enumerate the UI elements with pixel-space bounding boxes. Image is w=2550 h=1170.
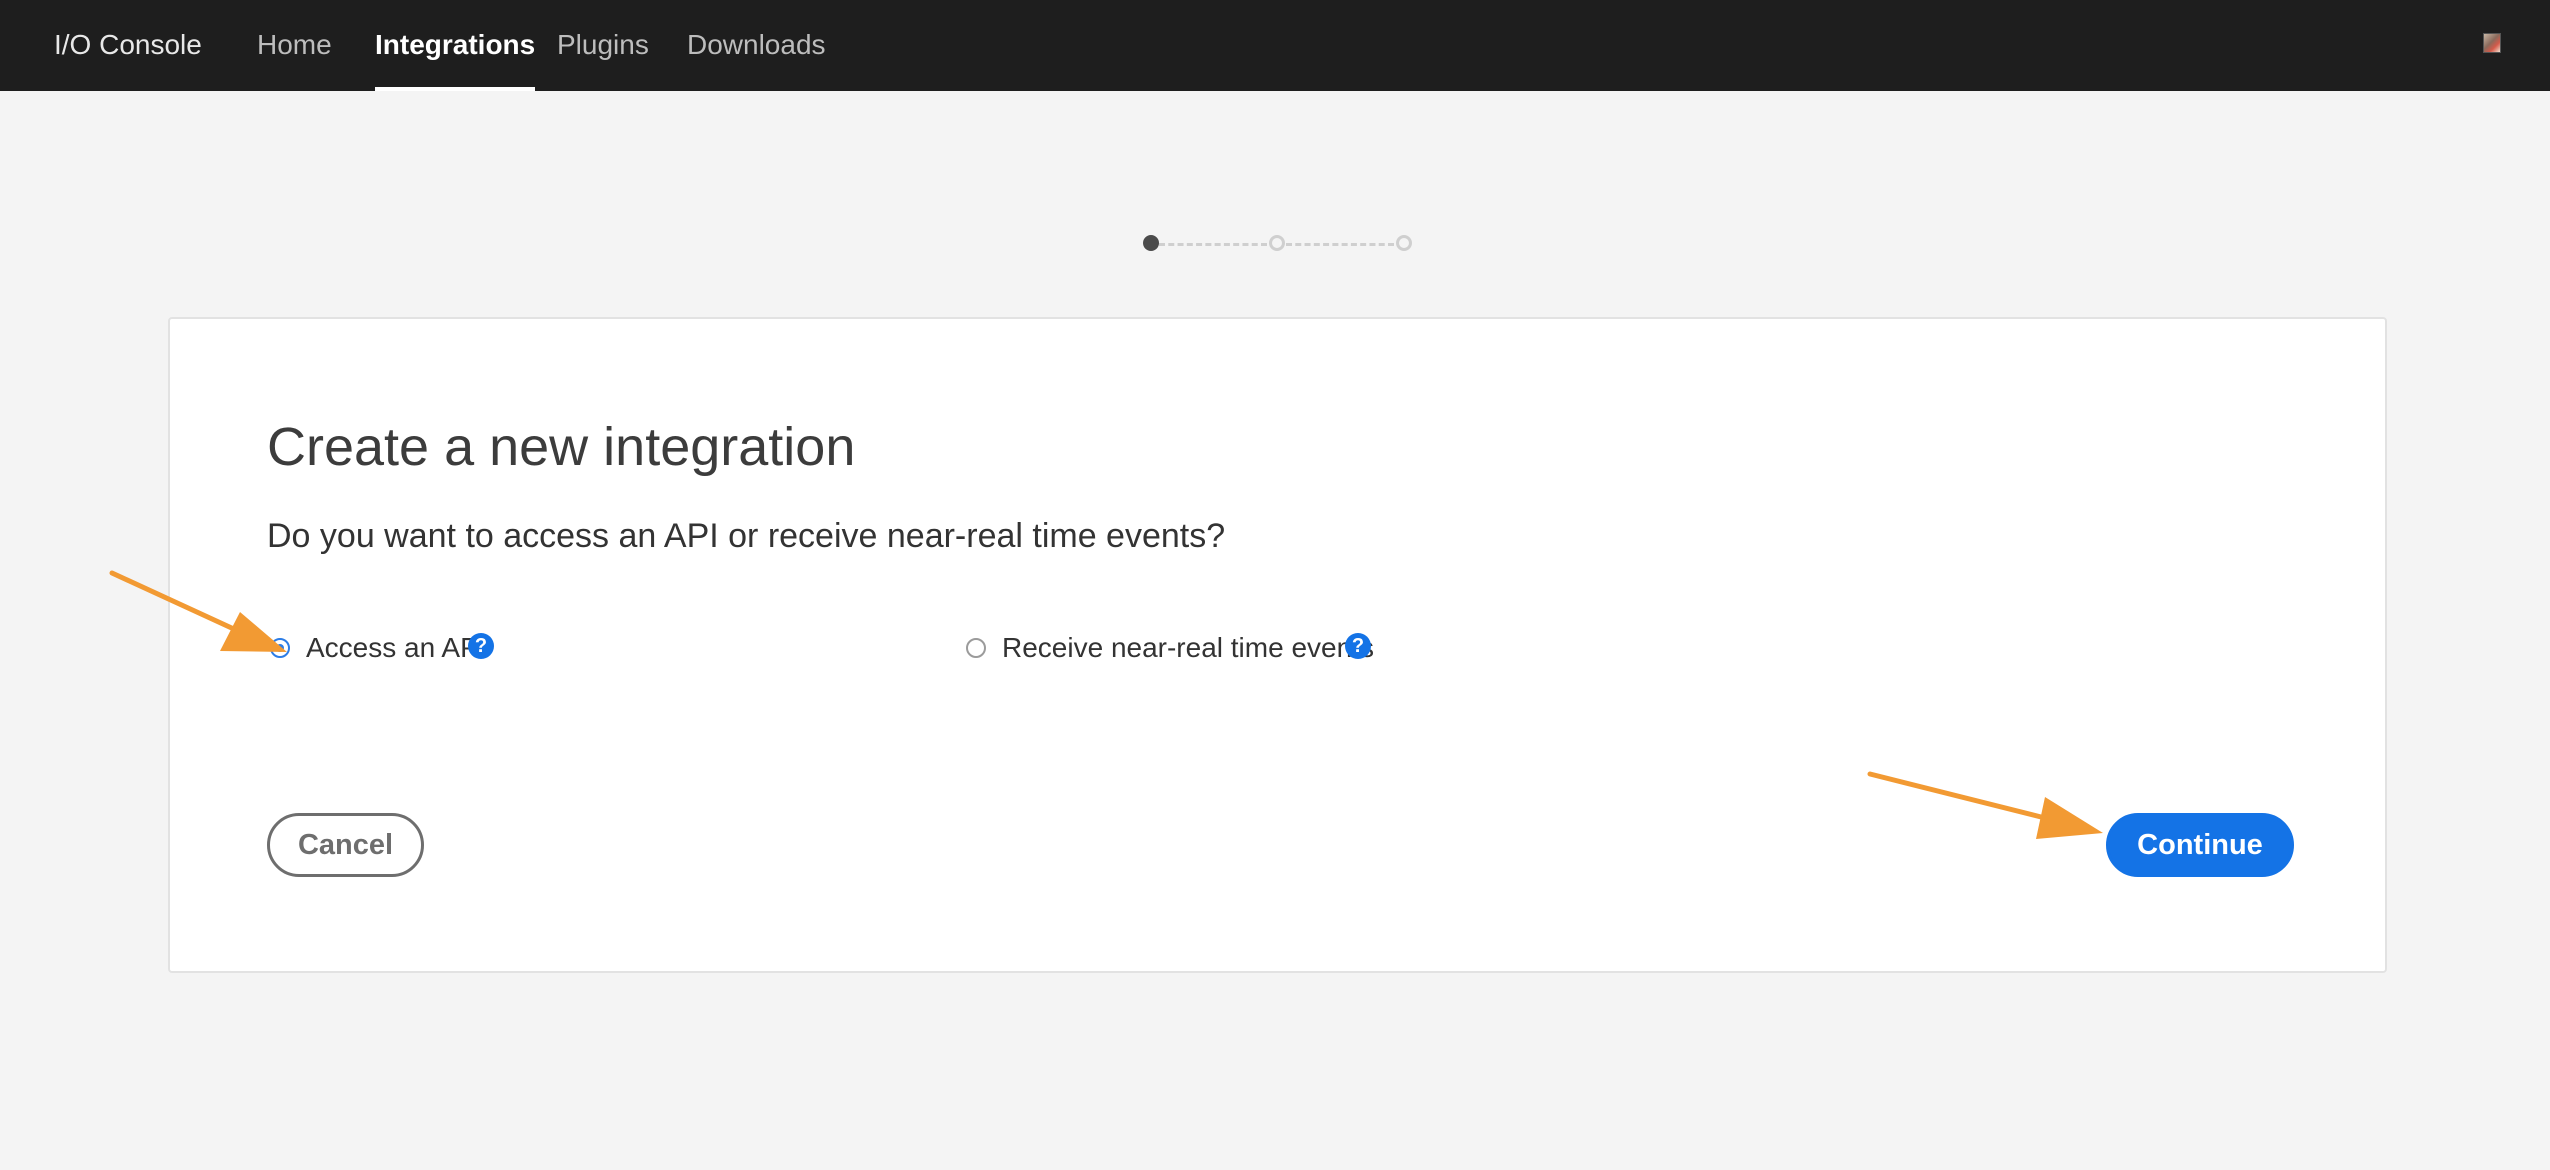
step-2-dot: [1269, 235, 1285, 251]
user-avatar-icon[interactable]: [2483, 33, 2501, 53]
help-icon[interactable]: ?: [1345, 633, 1371, 659]
cancel-button[interactable]: Cancel: [267, 813, 424, 877]
integration-card: Create a new integration Do you want to …: [168, 317, 2387, 973]
radio-receive-events[interactable]: [966, 638, 986, 658]
help-icon[interactable]: ?: [468, 633, 494, 659]
nav-plugins[interactable]: Plugins: [557, 27, 649, 91]
app-title[interactable]: I/O Console: [54, 27, 202, 63]
nav-integrations[interactable]: Integrations: [375, 27, 536, 91]
option-label: Access an API: [306, 632, 487, 663]
nav-home[interactable]: Home: [257, 27, 332, 91]
radio-access-api[interactable]: [270, 638, 290, 658]
progress-stepper: [1143, 234, 1415, 254]
step-3-dot: [1396, 235, 1412, 251]
top-nav: I/O Console Home Integrations Plugins Do…: [0, 0, 2550, 91]
step-connector: [1286, 243, 1394, 246]
page-title: Create a new integration: [267, 417, 856, 477]
nav-downloads[interactable]: Downloads: [687, 27, 826, 91]
step-1-dot-current: [1143, 235, 1159, 251]
integration-question: Do you want to access an API or receive …: [267, 517, 1226, 555]
step-connector: [1159, 243, 1267, 246]
continue-button[interactable]: Continue: [2106, 813, 2294, 877]
option-label: Receive near-real time events: [1002, 632, 1374, 663]
